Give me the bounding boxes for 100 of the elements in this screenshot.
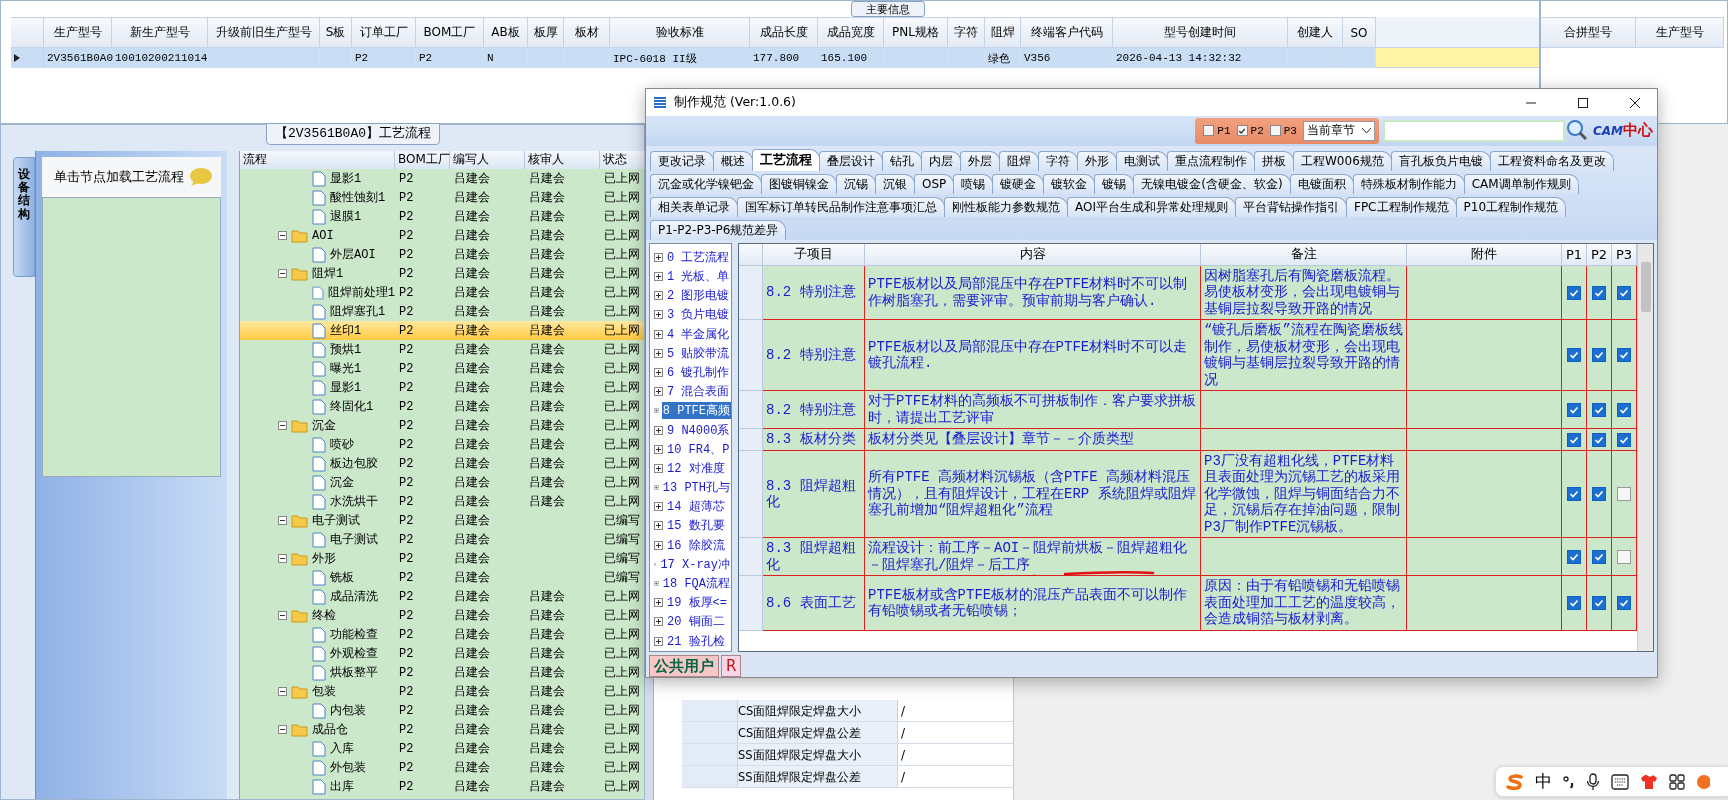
tab[interactable]: CAM调单制作规则 [1463, 173, 1579, 194]
collapse-icon[interactable] [278, 725, 287, 734]
tab[interactable]: OSP [914, 173, 955, 194]
expand-icon[interactable] [654, 521, 663, 531]
expand-icon[interactable] [654, 348, 663, 358]
checkbox[interactable] [1567, 487, 1581, 501]
tab[interactable]: 平台背钻操作指引 [1235, 196, 1347, 217]
checkbox[interactable] [1567, 402, 1581, 417]
checkbox[interactable] [1617, 549, 1631, 564]
input-mode-text[interactable]: 中 [1535, 770, 1552, 793]
tab[interactable]: 喷锡 [953, 173, 994, 194]
tree-row[interactable]: 阻焊1 P2 吕建会 吕建会 已上网 [240, 264, 644, 283]
chapter-item[interactable]: 17 X-ray冲 [659, 555, 731, 573]
chapter-item[interactable]: 9 N4000系 [666, 421, 731, 439]
tree-row[interactable]: 外观检查 P2 吕建会 吕建会 已上网 [240, 644, 644, 663]
checkbox[interactable] [1203, 125, 1215, 137]
tree-row[interactable]: 电子测试 P2 吕建会 已编写 [240, 511, 644, 530]
tree-row[interactable]: 包装 P2 吕建会 吕建会 已上网 [240, 682, 644, 701]
collapse-icon[interactable] [278, 554, 287, 563]
scrollbar[interactable] [1637, 243, 1653, 651]
tab[interactable]: AOI平台生成和异常处理规则 [1067, 196, 1236, 217]
checkbox[interactable] [1617, 285, 1631, 300]
chapter-item[interactable]: 16 除胶流 [666, 536, 726, 554]
scroll-thumb[interactable] [1640, 261, 1651, 312]
checkbox[interactable] [1617, 432, 1631, 447]
tab[interactable]: 阻焊 [999, 150, 1039, 171]
expand-icon[interactable] [654, 444, 663, 454]
expand-icon[interactable] [654, 310, 663, 320]
tree-row[interactable]: 曝光1 P2 吕建会 吕建会 已上网 [240, 359, 644, 378]
checkbox[interactable] [1617, 487, 1631, 501]
collapse-icon[interactable] [278, 516, 287, 525]
chapter-item[interactable]: 20 铜面二 [666, 613, 726, 631]
tree-row[interactable]: 终固化1 P2 吕建会 吕建会 已上网 [240, 397, 644, 416]
expand-icon[interactable] [654, 617, 663, 627]
expand-icon[interactable] [654, 463, 663, 473]
checkbox[interactable] [1617, 402, 1631, 417]
tab[interactable]: 沉银 [875, 173, 915, 194]
tree-row[interactable]: 终检 P2 吕建会 吕建会 已上网 [240, 606, 644, 625]
tree-row[interactable]: 铣板 P2 吕建会 已编写 [240, 568, 644, 587]
chapter-item[interactable]: 7 混合表面 [666, 383, 731, 401]
expand-icon[interactable] [654, 367, 663, 377]
collapse-icon[interactable] [278, 269, 287, 278]
tree-row[interactable]: 外形 P2 吕建会 已编写 [240, 549, 644, 568]
chapter-item[interactable]: 18 FQA流程 [661, 575, 731, 593]
checkbox[interactable] [1617, 348, 1631, 363]
chapter-item[interactable]: 0 工艺流程 [666, 248, 731, 266]
tree-row[interactable]: 沉金 P2 吕建会 吕建会 已上网 [240, 416, 644, 435]
tree-row[interactable]: 外层AOI P2 吕建会 吕建会 已上网 [240, 245, 644, 264]
tab[interactable]: 拼板 [1254, 150, 1294, 171]
expand-icon[interactable] [654, 387, 663, 397]
tab[interactable]: 电镀面积 [1289, 173, 1354, 194]
checkbox[interactable] [1592, 549, 1606, 564]
checkbox[interactable] [1236, 125, 1248, 137]
tab[interactable]: 镀硬金 [992, 173, 1045, 194]
tab[interactable]: P1-P2-P3-P6规范差异 [650, 219, 787, 240]
tab[interactable]: 内层 [921, 150, 961, 171]
chapter-item[interactable]: 5 贴胶带流 [666, 344, 731, 362]
tab[interactable]: 无镍电镀金(含硬金、软金) [1133, 173, 1291, 194]
tab[interactable]: 外形 [1077, 150, 1117, 171]
scope-dropdown[interactable]: 当前章节 [1302, 120, 1375, 141]
tree-row[interactable]: 板边包胶 P2 吕建会 吕建会 已上网 [240, 454, 644, 473]
tab[interactable]: 镀锡 [1094, 173, 1135, 194]
tab[interactable]: 特殊板材制作能力 [1352, 173, 1465, 194]
expand-icon[interactable] [654, 425, 663, 435]
tab[interactable]: 更改记录 [650, 150, 714, 171]
tree-row[interactable]: 喷砂 P2 吕建会 吕建会 已上网 [240, 435, 644, 454]
shirt-icon[interactable] [1640, 773, 1658, 790]
checkbox[interactable] [1269, 125, 1281, 137]
search-button[interactable] [1564, 118, 1589, 143]
tree-row[interactable]: 成品清洗 P2 吕建会 吕建会 已上网 [240, 587, 644, 606]
collapse-icon[interactable] [278, 421, 287, 430]
expand-icon[interactable] [654, 598, 663, 608]
tab[interactable]: 工艺流程 [752, 148, 820, 171]
expand-icon[interactable] [654, 502, 663, 512]
checkbox[interactable] [1592, 348, 1606, 363]
search-field[interactable] [1382, 119, 1565, 142]
chapter-item[interactable]: 15 数孔要 [666, 517, 726, 535]
chapter-item[interactable]: 13 PTH孔与 [661, 479, 731, 497]
tab[interactable]: 沉锡 [836, 173, 876, 194]
expand-icon[interactable] [654, 540, 663, 550]
tree-row[interactable]: AOI P2 吕建会 吕建会 已上网 [240, 226, 644, 245]
checkbox[interactable] [1592, 487, 1606, 501]
checkbox[interactable] [1567, 348, 1581, 363]
chapter-item[interactable]: 21 验孔检 [666, 632, 726, 650]
checkbox[interactable] [1617, 596, 1631, 610]
tab[interactable]: 外层 [960, 150, 1000, 171]
tree-row[interactable]: 沉金 P2 吕建会 吕建会 已上网 [240, 473, 644, 492]
tree-row[interactable]: 预烘1 P2 吕建会 吕建会 已上网 [240, 340, 644, 359]
checkbox[interactable] [1567, 285, 1581, 300]
expand-icon[interactable] [654, 252, 663, 262]
expand-icon[interactable] [654, 329, 663, 339]
tab[interactable]: 字符 [1038, 150, 1078, 171]
tree-row[interactable]: 烘板整平 P2 吕建会 吕建会 已上网 [240, 663, 644, 682]
chapter-item[interactable]: 4 半金属化 [666, 325, 731, 343]
tree-row[interactable]: 显影1 P2 吕建会 吕建会 已上网 [240, 169, 644, 188]
chapter-item[interactable]: 3 负片电镀 [666, 306, 731, 324]
grid-icon[interactable] [1669, 773, 1685, 790]
checkbox[interactable] [1567, 432, 1581, 447]
tree-row[interactable]: 电子测试 P2 吕建会 已编写 [240, 530, 644, 549]
tree-row[interactable]: 显影1 P2 吕建会 吕建会 已上网 [240, 378, 644, 397]
